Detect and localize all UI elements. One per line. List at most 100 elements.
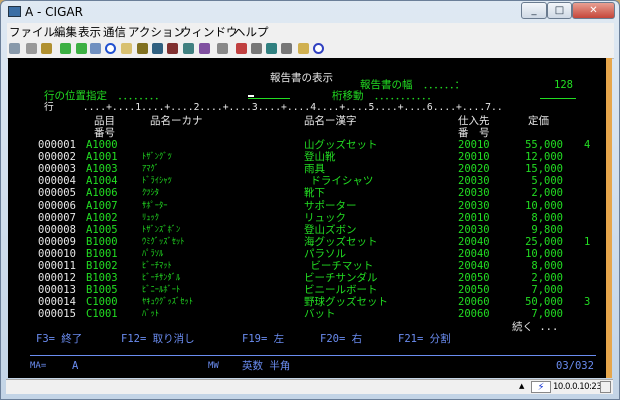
menu-view[interactable]: 表示 [78,24,101,40]
pause-icon[interactable] [281,43,292,54]
maximize-button[interactable]: □ [547,2,572,19]
close-button[interactable]: ✕ [572,2,615,19]
row-kanji-name: 雨具 [304,163,325,176]
stop-icon[interactable] [251,43,262,54]
row-item-code: A1003 [86,163,118,176]
menu-window[interactable]: ウィンドウ [180,24,238,40]
host-address: 10.0.0.10:23 [553,382,602,392]
row-item-code: B1005 [86,284,118,297]
row-kana-name: ﾊﾟﾗｿﾙ [142,248,164,259]
clipboard-icon[interactable] [298,43,309,54]
compass-icon[interactable] [105,43,116,54]
row-seq: 000002 [38,151,76,164]
fkey-cancel[interactable]: F12= 取り消し [121,333,195,345]
header-kanji: 品名ー漢字 [304,115,357,127]
macro-icon[interactable] [167,43,178,54]
row-kanji-name: リュック [304,211,346,224]
row-kanji-name: サポーター [304,199,357,212]
menu-file[interactable]: ファイル [9,24,55,40]
row-item-code: C1000 [86,296,118,309]
row-kanji-name: 海グッズセット [304,235,378,248]
oia-cursor-position: 03/032 [556,360,594,372]
row-supplier: 20050 [458,284,490,297]
row-supplier: 20020 [458,163,490,176]
fkey-left[interactable]: F19= 左 [242,333,284,345]
row-kanji-name: ビーチマット [304,260,374,272]
row-extra: 4 [584,139,591,151]
row-kana-name: ﾄﾞﾗｲｼｬﾂ [142,176,172,187]
palette-icon[interactable] [199,43,210,54]
row-seq: 000015 [38,308,76,321]
row-supplier: 20010 [458,151,490,164]
oia-ma: MA= [30,361,47,371]
row-kana-name: ｸﾂｼﾀ [142,188,160,199]
row-kana-name: ﾄｻﾞﾝｸﾞﾂ [142,152,172,163]
print-screen-icon[interactable] [9,43,20,54]
record-icon[interactable] [236,43,247,54]
play-icon[interactable] [266,43,277,54]
row-seq: 000011 [38,260,76,272]
resize-grip-icon[interactable] [600,381,611,393]
row-kana-name: ﾋﾞｰﾁﾏｯﾄ [142,261,172,271]
row-kana-name: ﾋﾞﾆｰﾙﾎﾞｰﾄ [142,285,181,296]
copy-icon[interactable] [26,43,37,54]
status-bar: ▲ ⚡ 10.0.0.10:23 [6,379,613,394]
row-kana-name: ﾊﾞｯﾄ [142,309,160,320]
row-item-code: A1002 [86,211,118,224]
row-item-code: A1000 [86,139,118,151]
row-price: 5,000 [531,175,563,188]
scroll-up-icon[interactable]: ▲ [519,382,524,390]
row-supplier: 20040 [458,247,490,260]
row-supplier: 20030 [458,187,490,200]
line-position-input[interactable] [248,98,290,99]
send-icon[interactable] [60,43,71,54]
row-item-code: A1006 [86,187,118,200]
toolbar [7,39,614,59]
menu-communication[interactable]: 通信 [103,24,126,40]
package-icon[interactable] [137,43,148,54]
row-seq: 000007 [38,211,76,224]
header-kana: 品名ーカナ [150,115,203,127]
document-icon[interactable] [90,43,101,54]
fkey-exit[interactable]: F3= 終了 [36,333,82,345]
row-extra: 3 [584,296,591,309]
row-kanji-name: 山グッズセット [304,139,378,151]
window-title: A - CIGAR [25,5,83,19]
row-supplier: 20060 [458,296,490,309]
paste-icon[interactable] [41,43,52,54]
terminal-screen[interactable]: 報告書の表示 報告書の幅 ．．．．．．： 128 行の位置指定 ．．．．．．．．… [8,58,612,378]
help-icon[interactable] [313,43,324,54]
tools-icon[interactable] [217,43,228,54]
row-seq: 000014 [38,296,76,309]
row-price: 7,000 [531,284,563,297]
row-supplier: 20040 [458,235,490,248]
row-seq: 000009 [38,235,76,248]
header-item-number: 番号 [94,127,115,139]
row-kanji-name: ビニールボート [304,284,378,297]
row-item-code: A1001 [86,151,118,164]
app-icon [8,6,21,17]
receive-icon[interactable] [76,43,87,54]
keyboard-icon[interactable] [183,43,194,54]
row-item-code: A1007 [86,199,118,212]
notes-icon[interactable] [121,43,132,54]
row-seq: 000001 [38,139,76,151]
fkey-split[interactable]: F21= 分割 [398,333,451,345]
minimize-button[interactable]: _ [521,2,547,19]
menu-action[interactable]: アクション [128,24,185,40]
menu-edit[interactable]: 編集 [54,24,77,40]
row-price: 25,000 [525,235,563,248]
row-price: 7,000 [531,308,563,321]
column-shift-input[interactable] [540,98,576,99]
row-kana-name: ﾋﾞｰﾁｻﾝﾀﾞﾙ [142,273,181,284]
row-supplier: 20030 [458,223,490,236]
row-supplier: 20040 [458,260,490,272]
menu-help[interactable]: ヘルプ [234,24,269,40]
row-kanji-name: 登山ズボン [304,223,357,236]
settings-icon[interactable] [152,43,163,54]
fkey-right[interactable]: F20= 右 [320,333,362,345]
row-supplier: 20030 [458,199,490,212]
row-kanji-name: 登山靴 [304,151,336,164]
row-item-code: A1004 [86,175,118,188]
row-price: 8,000 [531,260,563,272]
